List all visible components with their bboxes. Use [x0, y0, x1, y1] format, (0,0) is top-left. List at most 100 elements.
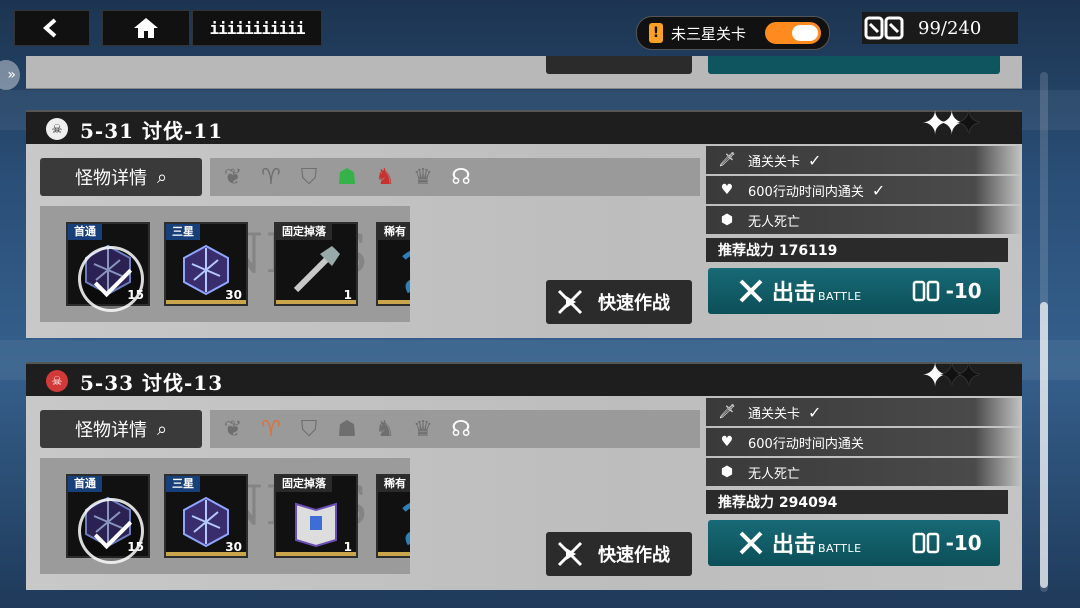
reward-item[interactable]: 三星 30: [164, 474, 248, 558]
stage-header: ☠ 5-31 讨伐-11 ✦✦✦: [26, 104, 1022, 146]
reward-item[interactable]: 首通 15: [66, 474, 150, 564]
shield-icon[interactable]: ⛉: [294, 162, 324, 192]
recommended-power: 推荐战力 176119: [706, 238, 1008, 262]
home-icon: [134, 18, 158, 38]
stage-card: ☠ 5-31 讨伐-11 ✦✦✦ 怪物详情 ⌕ ❦ ♈ ⛉ ☗ ♞ ♛ ☊ NIRS 首通 …: [26, 104, 1022, 338]
monster-trait-list: ❦ ♈ ⛉ ☗ ♞ ♛ ☊: [210, 158, 700, 196]
star-icon: ✦: [921, 104, 949, 142]
quick-battle-button[interactable]: 快速作战: [546, 532, 692, 576]
reward-item[interactable]: 固定掉落 1: [274, 222, 358, 306]
goal-text: 600行动时间内通关: [748, 436, 864, 452]
reward-item[interactable]: 首通 15: [66, 222, 150, 312]
reward-count: 15: [127, 288, 144, 302]
stage-body: 怪物详情 ⌕ ❦♈⛉☗♞♛☊ NIRS 首通 15 三星 30: [26, 144, 1022, 338]
reward-art-icon: [183, 244, 229, 296]
goal-list: 🗡 通关关卡 ✓ ♥ 600行动时间内通关 ⬢ 无人死亡: [706, 396, 1022, 486]
crown-icon[interactable]: ♛: [408, 162, 438, 192]
quick-battle-icon: [557, 289, 583, 315]
reward-tag: 稀有: [378, 224, 410, 240]
halo-icon[interactable]: ☊: [446, 414, 476, 444]
stage-goal: ⬢ 无人死亡: [706, 458, 1022, 486]
stamina-value: 99/240: [918, 17, 982, 39]
quick-battle-button[interactable]: 快速作战: [546, 280, 692, 324]
chevron-right-icon: »: [7, 67, 16, 83]
menu-button[interactable]: iiiiiiiiiii: [192, 10, 322, 46]
crown-icon[interactable]: ♛: [408, 414, 438, 444]
ram-icon[interactable]: ♈: [256, 414, 286, 444]
stage-header: ☠ 5-33 讨伐-13 ✦✦✦: [26, 356, 1022, 398]
battle-label: 出击: [772, 280, 817, 306]
reward-art-icon: [402, 251, 410, 294]
quick-battle-icon: [557, 541, 583, 567]
search-icon: ⌕: [156, 418, 168, 440]
reward-art-icon: [183, 496, 229, 548]
monster-details-label: 怪物详情: [74, 168, 147, 189]
uncleared-filter-toggle[interactable]: ! 未三星关卡: [636, 16, 830, 50]
battle-sublabel: BATTLE: [818, 289, 862, 303]
hex-icon: ⬢: [720, 464, 734, 480]
stamina-cost: -10: [945, 279, 982, 303]
reward-tag: 首通: [68, 224, 102, 240]
scrollbar-thumb[interactable]: [1040, 302, 1048, 588]
reward-item[interactable]: 稀有: [376, 222, 410, 306]
crossed-swords-icon: [739, 531, 763, 555]
reward-list: NIRS 首通 15 三星 30 固定掉落 1: [40, 458, 410, 574]
reward-tag: 固定掉落: [276, 476, 332, 492]
stage-goal: ⬢ 无人死亡: [706, 206, 1022, 234]
star-icon: ✦: [921, 356, 949, 394]
monster-details-label: 怪物详情: [74, 420, 147, 441]
stamina-icon: [912, 280, 939, 302]
reward-art-icon: [402, 503, 410, 546]
sword-icon: 🗡: [718, 152, 736, 168]
goal-text: 600行动时间内通关: [748, 184, 864, 200]
shield-icon[interactable]: ⛉: [294, 414, 324, 444]
heart-icon: ♥: [720, 434, 734, 450]
star-icon: ✦: [955, 104, 982, 142]
star-rating: ✦✦✦: [921, 356, 982, 394]
reward-art-icon: [293, 246, 340, 293]
sword-icon: 🗡: [718, 404, 736, 420]
reward-tag: 首通: [68, 476, 102, 492]
skull-icon: ☠: [46, 118, 68, 140]
stage-title: 5-33 讨伐-13: [80, 370, 224, 395]
reward-item[interactable]: 稀有: [376, 474, 410, 558]
reward-item[interactable]: 三星 30: [164, 222, 248, 306]
search-icon: ⌕: [156, 166, 168, 188]
stage-goal: 🗡 通关关卡 ✓: [706, 398, 1022, 426]
stage-title: 5-31 讨伐-11: [80, 118, 224, 143]
back-button[interactable]: [14, 10, 90, 46]
warning-icon: !: [649, 23, 663, 43]
quick-battle-label: 快速作战: [598, 293, 670, 314]
demon-skull-icon: ☠: [46, 370, 68, 392]
beast-icon[interactable]: ☗: [332, 414, 362, 444]
quick-battle-button-partial[interactable]: [546, 56, 692, 74]
home-button[interactable]: [102, 10, 190, 46]
battle-button-partial[interactable]: [708, 56, 1000, 74]
checkmark-icon: ✓: [871, 180, 886, 200]
monster-details-button[interactable]: 怪物详情 ⌕: [40, 158, 202, 196]
beast-icon[interactable]: ☗: [332, 162, 362, 192]
battle-button[interactable]: 出击 BATTLE -10: [708, 520, 1000, 566]
toggle-switch[interactable]: [765, 22, 821, 44]
recommended-power: 推荐战力 294094: [706, 490, 1008, 514]
reward-item[interactable]: 固定掉落 1: [274, 474, 358, 558]
battle-button[interactable]: 出击 BATTLE -10: [708, 268, 1000, 314]
side-expand-button[interactable]: »: [0, 60, 20, 90]
laurel-icon[interactable]: ❦: [218, 414, 248, 444]
wolf-icon[interactable]: ♞: [370, 414, 400, 444]
top-bar: iiiiiiiiiii ! 未三星关卡 99/240: [0, 0, 1080, 56]
laurel-icon[interactable]: ❦: [218, 162, 248, 192]
stage-body: 怪物详情 ⌕ ❦♈⛉☗♞♛☊ NIRS 首通 15 三星 30: [26, 396, 1022, 590]
quick-battle-label: 快速作战: [598, 545, 670, 566]
stamina-display: 99/240: [862, 12, 1018, 44]
stage-goal: 🗡 通关关卡 ✓: [706, 146, 1022, 174]
reward-tag: 三星: [166, 476, 200, 492]
star-icon: ✦: [955, 356, 982, 394]
monster-details-button[interactable]: 怪物详情 ⌕: [40, 410, 202, 448]
wolf-icon[interactable]: ♞: [370, 162, 400, 192]
ram-icon[interactable]: ♈: [256, 162, 286, 192]
stamina-cost: -10: [945, 531, 982, 555]
previous-stage-card-partial: [26, 56, 1022, 89]
goal-list: 🗡 通关关卡 ✓ ♥ 600行动时间内通关 ✓ ⬢ 无人死亡: [706, 144, 1022, 234]
halo-icon[interactable]: ☊: [446, 162, 476, 192]
